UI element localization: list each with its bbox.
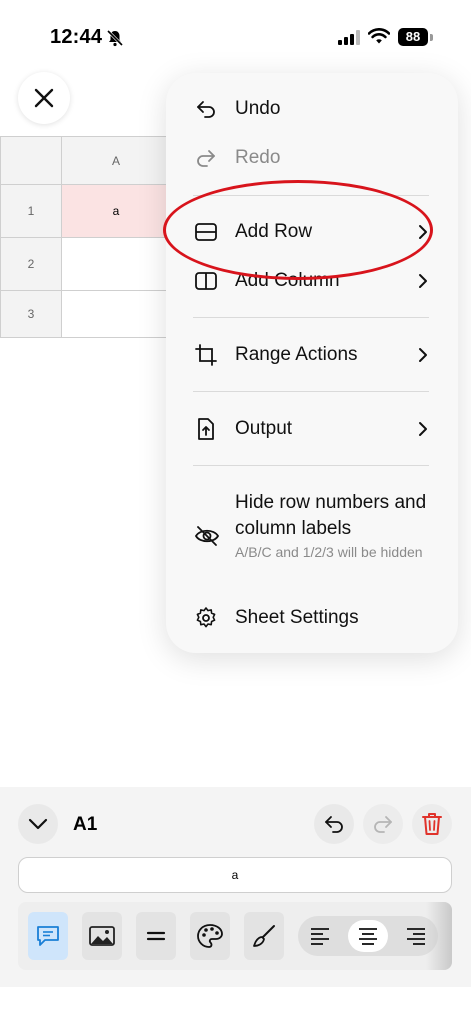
redo-button[interactable] bbox=[363, 804, 403, 844]
chevron-down-icon bbox=[28, 818, 48, 830]
cell-a2[interactable] bbox=[61, 237, 171, 291]
chevron-right-icon bbox=[419, 348, 427, 362]
gear-icon bbox=[196, 607, 216, 628]
status-time: 12:44 bbox=[50, 26, 103, 48]
menu-item-sheet-settings[interactable]: Sheet Settings bbox=[166, 598, 458, 638]
battery-level: 88 bbox=[398, 28, 428, 46]
row-header-2[interactable]: 2 bbox=[0, 237, 62, 291]
align-center-icon bbox=[359, 928, 377, 945]
row-header-1[interactable]: 1 bbox=[0, 184, 62, 238]
add-column-icon bbox=[195, 272, 217, 290]
style-button[interactable] bbox=[244, 912, 284, 960]
cellular-signal-icon bbox=[338, 30, 360, 45]
formula-input[interactable]: a bbox=[18, 857, 452, 893]
corner-header[interactable] bbox=[0, 136, 62, 185]
align-center-button[interactable] bbox=[348, 920, 388, 952]
delete-button[interactable] bbox=[412, 804, 452, 844]
undo-icon bbox=[325, 816, 343, 833]
palette-icon bbox=[197, 924, 223, 948]
close-button[interactable] bbox=[18, 72, 70, 124]
menu-item-redo[interactable]: Redo bbox=[166, 138, 458, 178]
format-toolbar bbox=[18, 902, 452, 970]
highlight-annotation bbox=[163, 180, 433, 280]
image-icon bbox=[89, 926, 115, 946]
cell-a1[interactable]: a bbox=[61, 184, 171, 238]
collapse-button[interactable] bbox=[18, 804, 58, 844]
eye-slash-icon bbox=[194, 526, 220, 546]
undo-icon bbox=[197, 101, 215, 118]
wifi-icon bbox=[368, 28, 390, 44]
align-left-icon bbox=[311, 928, 329, 945]
comment-icon bbox=[37, 926, 59, 946]
chevron-right-icon bbox=[419, 274, 427, 288]
context-menu: Undo Redo Add Row Add Column Range Actio… bbox=[166, 73, 458, 653]
bell-slash-icon bbox=[106, 29, 124, 47]
cell-editor-panel: A1 a bbox=[0, 787, 471, 987]
battery-cap bbox=[430, 34, 433, 41]
column-header-a[interactable]: A bbox=[61, 136, 171, 185]
hide-labels-subtitle: A/B/C and 1/2/3 will be hidden bbox=[235, 544, 423, 560]
redo-icon bbox=[197, 150, 215, 167]
menu-label-redo: Redo bbox=[235, 147, 281, 168]
align-left-button[interactable] bbox=[300, 920, 340, 952]
trash-icon bbox=[422, 813, 442, 835]
menu-item-undo[interactable]: Undo bbox=[166, 89, 458, 129]
toolbar-scroll-fade bbox=[426, 902, 452, 970]
menu-divider bbox=[193, 391, 429, 392]
export-icon bbox=[198, 418, 214, 440]
menu-label-output: Output bbox=[235, 418, 293, 439]
cell-a3[interactable] bbox=[61, 290, 171, 338]
menu-divider bbox=[193, 317, 429, 318]
comment-button[interactable] bbox=[28, 912, 68, 960]
hide-labels-title: Hide row numbers and column labels bbox=[235, 492, 427, 539]
undo-button[interactable] bbox=[314, 804, 354, 844]
equals-icon bbox=[146, 931, 166, 941]
align-right-icon bbox=[407, 928, 425, 945]
image-button[interactable] bbox=[82, 912, 122, 960]
chevron-right-icon bbox=[419, 422, 427, 436]
alignment-group bbox=[298, 916, 438, 956]
color-button[interactable] bbox=[190, 912, 230, 960]
menu-item-hide-labels[interactable]: Hide row numbers and column labels A/B/C… bbox=[166, 490, 458, 585]
cell-reference: A1 bbox=[73, 814, 98, 835]
brush-icon bbox=[253, 925, 275, 947]
menu-divider bbox=[193, 465, 429, 466]
menu-label-range-actions: Range Actions bbox=[235, 344, 358, 365]
crop-icon bbox=[195, 344, 217, 366]
row-header-3[interactable]: 3 bbox=[0, 290, 62, 338]
menu-label-sheet-settings: Sheet Settings bbox=[235, 607, 359, 628]
close-icon bbox=[34, 88, 54, 108]
status-bar: 12:44 88 bbox=[0, 0, 471, 72]
menu-item-output[interactable]: Output bbox=[166, 409, 458, 449]
menu-label-undo: Undo bbox=[235, 98, 281, 119]
redo-icon bbox=[374, 816, 392, 833]
menu-item-range-actions[interactable]: Range Actions bbox=[166, 335, 458, 375]
formula-button[interactable] bbox=[136, 912, 176, 960]
